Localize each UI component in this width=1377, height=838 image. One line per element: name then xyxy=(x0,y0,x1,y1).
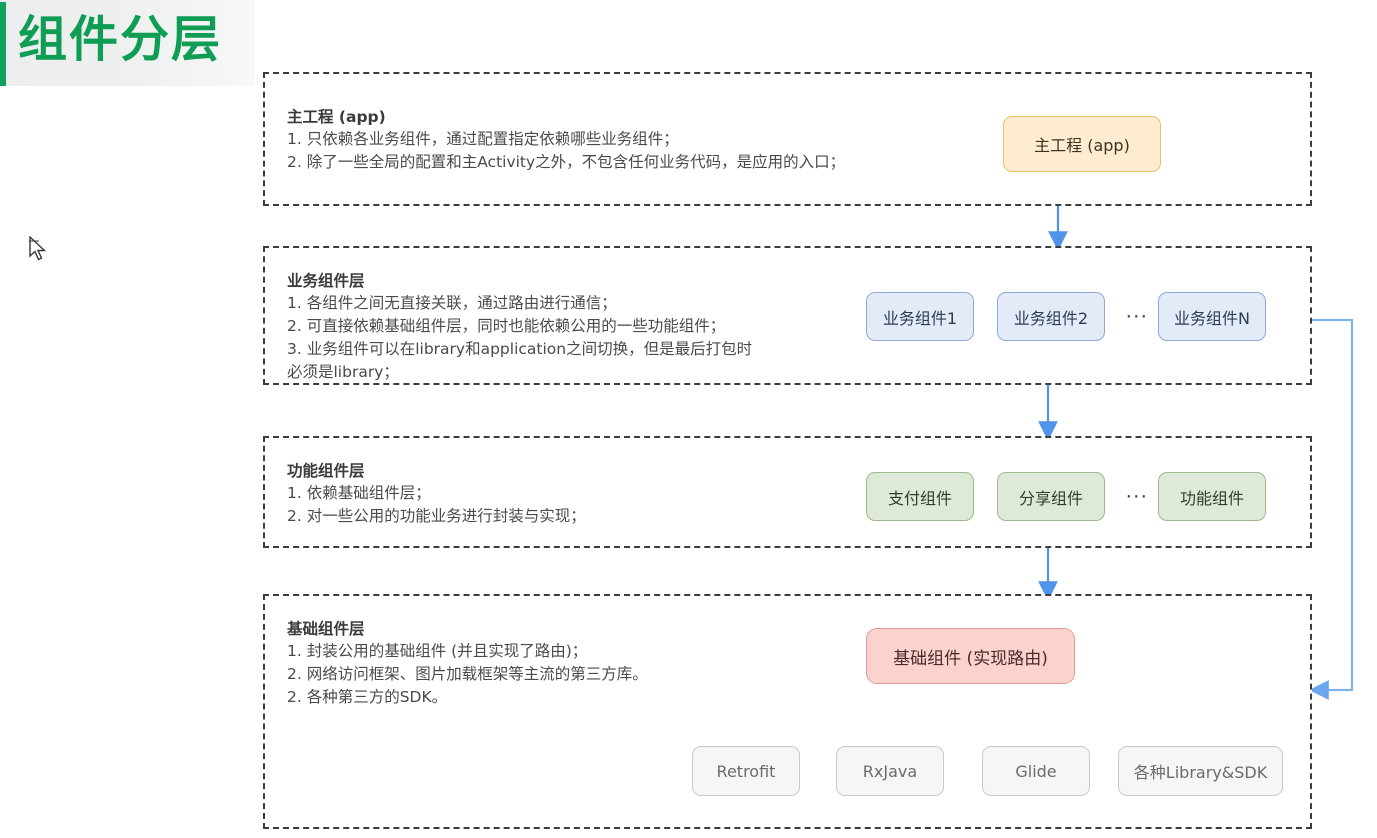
layer-base-text: 基础组件层 1. 封装公用的基础组件 (并且实现了路由)； 2. 网络访问框架、… xyxy=(287,618,648,709)
node-business-component-n[interactable]: 业务组件N xyxy=(1158,292,1266,341)
layer-base-line-3: 2. 各种第三方的SDK。 xyxy=(287,688,448,706)
page-title: 组件分层 xyxy=(18,11,223,68)
node-business-component-2[interactable]: 业务组件2 xyxy=(997,292,1105,341)
node-library-glide-label: Glide xyxy=(1015,761,1057,781)
business-ellipsis: ··· xyxy=(1125,305,1149,328)
node-base-component-router-label: 基础组件 (实现路由) xyxy=(893,648,1048,669)
layer-function-line-2: 2. 对一些公用的功能业务进行封装与实现； xyxy=(287,507,586,525)
node-share-component[interactable]: 分享组件 xyxy=(997,472,1105,521)
node-function-component-label: 功能组件 xyxy=(1179,488,1244,508)
layer-business-text: 业务组件层 1. 各组件之间无直接关联，通过路由进行通信； 2. 可直接依赖基础… xyxy=(287,270,752,384)
layer-base-line-2: 2. 网络访问框架、图片加载框架等主流的第三方库。 xyxy=(287,665,648,683)
title-accent-bar xyxy=(0,2,6,86)
node-business-component-1-label: 业务组件1 xyxy=(882,308,958,328)
layer-base-line-1: 1. 封装公用的基础组件 (并且实现了路由)； xyxy=(287,642,588,660)
node-library-misc[interactable]: 各种Library&SDK xyxy=(1118,746,1283,796)
node-function-component[interactable]: 功能组件 xyxy=(1158,472,1266,521)
function-ellipsis: ··· xyxy=(1125,485,1149,508)
layer-function-text: 功能组件层 1. 依赖基础组件层； 2. 对一些公用的功能业务进行封装与实现； xyxy=(287,460,586,528)
node-main-project-label: 主工程 (app) xyxy=(1034,136,1130,155)
mouse-cursor-icon xyxy=(29,236,47,261)
node-library-glide[interactable]: Glide xyxy=(982,746,1090,796)
node-business-component-2-label: 业务组件2 xyxy=(1013,308,1089,328)
layer-business-line-3: 3. 业务组件可以在library和application之间切换，但是最后打包… xyxy=(287,340,753,358)
node-main-project[interactable]: 主工程 (app) xyxy=(1003,116,1161,172)
layer-business-line-4: 必须是library； xyxy=(287,363,399,381)
node-library-retrofit[interactable]: Retrofit xyxy=(692,746,800,796)
layer-app-text: 主工程 (app) 1. 只依赖各业务组件，通过配置指定依赖哪些业务组件； 2.… xyxy=(287,106,845,174)
node-share-component-label: 分享组件 xyxy=(1018,488,1083,508)
node-library-rxjava-label: RxJava xyxy=(862,761,918,781)
layer-business-title: 业务组件层 xyxy=(287,272,365,290)
layer-app-line-2: 2. 除了一些全局的配置和主Activity之外，不包含任何业务代码，是应用的入… xyxy=(287,153,846,171)
node-base-component-router[interactable]: 基础组件 (实现路由) xyxy=(866,628,1075,684)
node-business-component-n-label: 业务组件N xyxy=(1174,308,1250,328)
slide-canvas: 组件分层 主工程 (app) 1. 只依赖各业务组件，通过配置指定依赖哪些业务组… xyxy=(0,0,1377,838)
layer-business-line-1: 1. 各组件之间无直接关联，通过路由进行通信； xyxy=(287,294,617,312)
layer-app-title: 主工程 (app) xyxy=(287,108,386,126)
node-payment-component[interactable]: 支付组件 xyxy=(866,472,974,521)
layer-function-title: 功能组件层 xyxy=(287,462,365,480)
node-library-rxjava[interactable]: RxJava xyxy=(836,746,944,796)
layer-business-line-2: 2. 可直接依赖基础组件层，同时也能依赖公用的一些功能组件； xyxy=(287,317,726,335)
node-business-component-1[interactable]: 业务组件1 xyxy=(866,292,974,341)
node-library-misc-label: 各种Library&SDK xyxy=(1133,763,1268,782)
layer-app-line-1: 1. 只依赖各业务组件，通过配置指定依赖哪些业务组件； xyxy=(287,130,679,148)
layer-base-title: 基础组件层 xyxy=(287,620,365,638)
node-library-retrofit-label: Retrofit xyxy=(716,761,776,781)
node-payment-component-label: 支付组件 xyxy=(887,488,952,508)
layer-function-line-1: 1. 依赖基础组件层； xyxy=(287,484,431,502)
